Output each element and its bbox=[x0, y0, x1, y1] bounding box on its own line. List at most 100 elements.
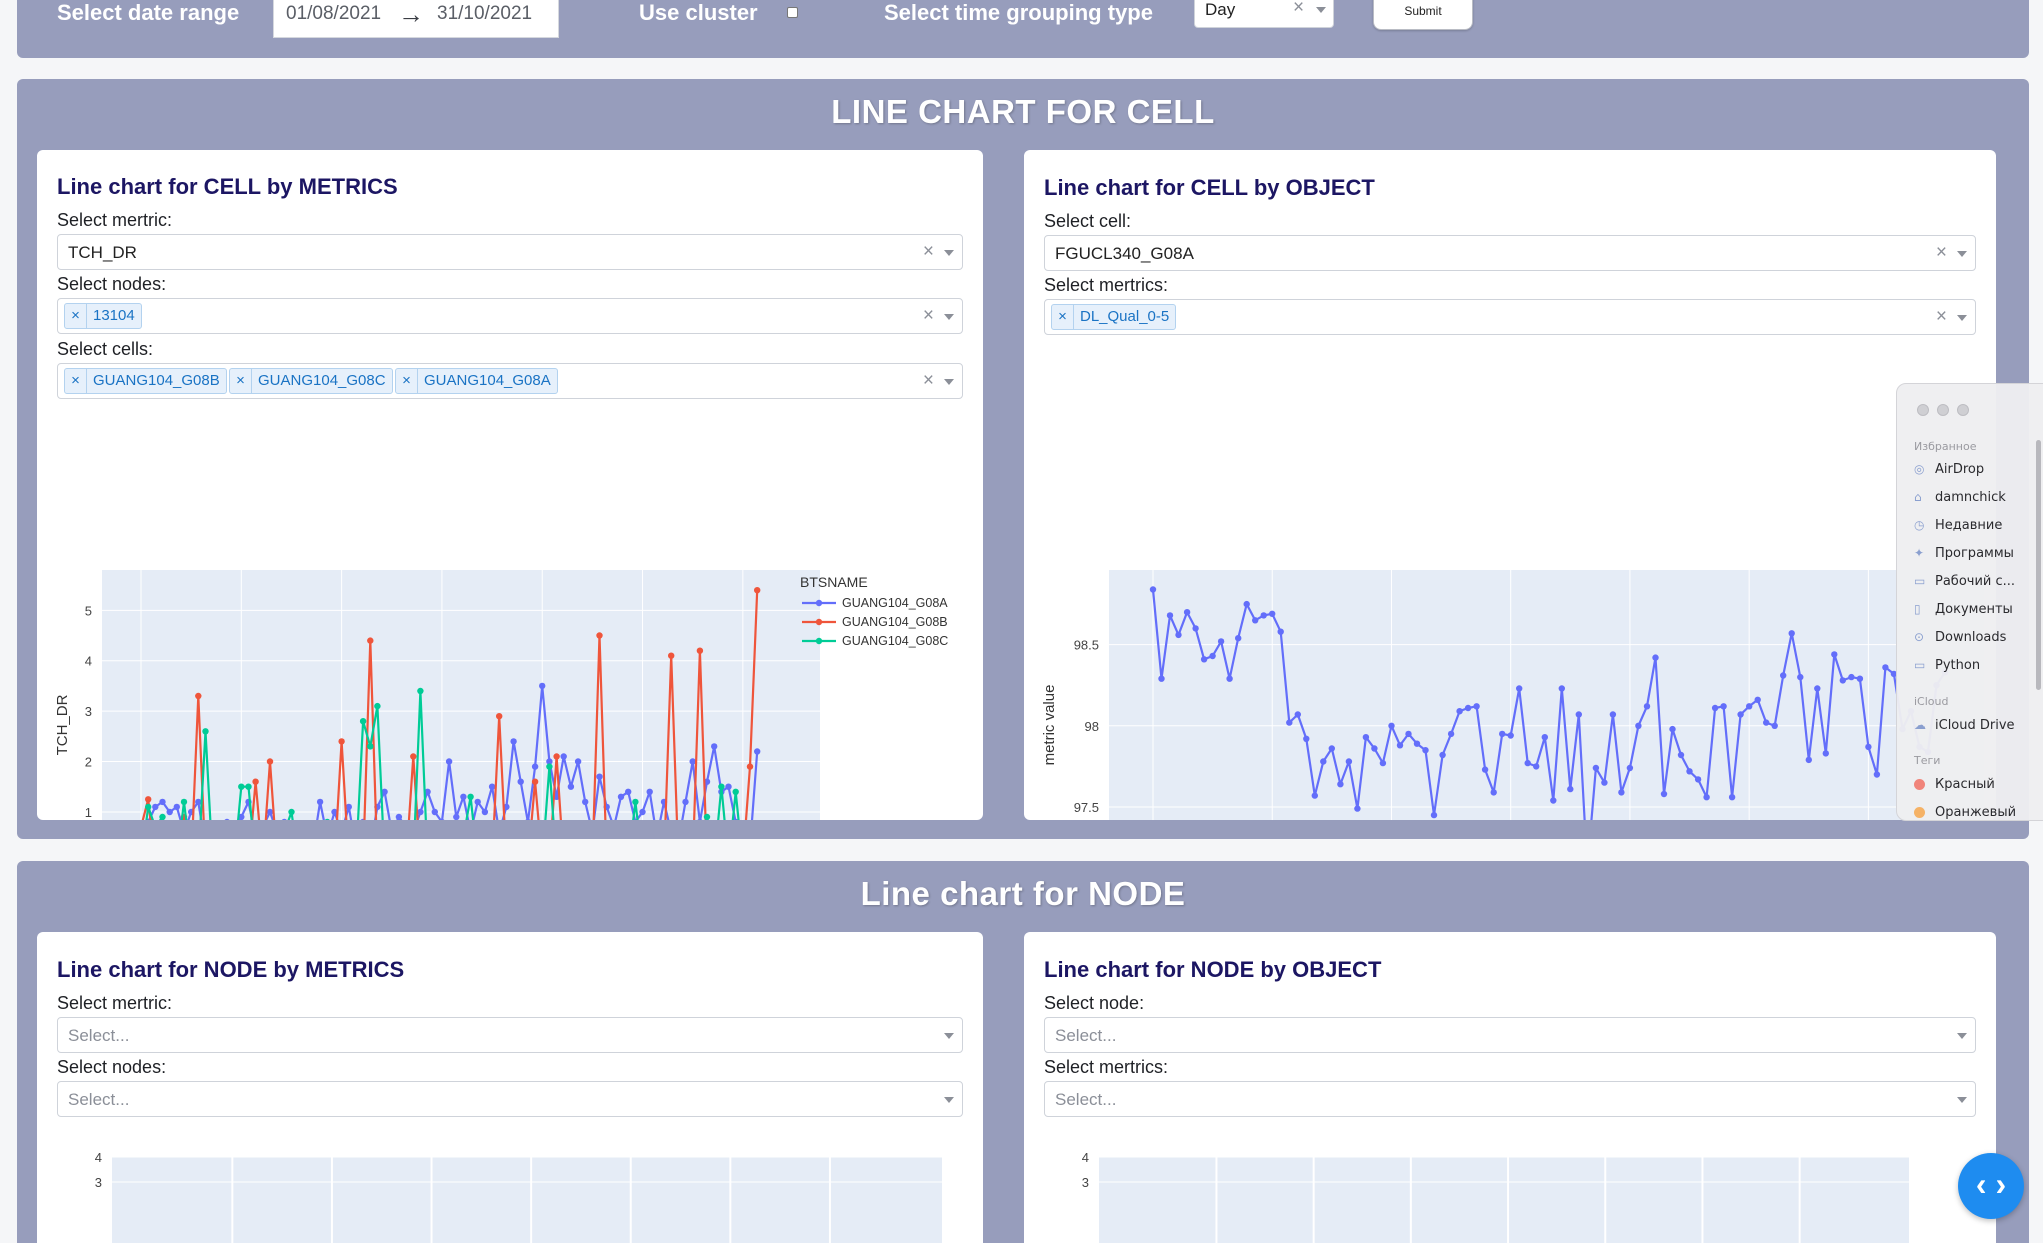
use-cluster-checkbox[interactable] bbox=[787, 7, 798, 18]
finder-item-label: AirDrop bbox=[1935, 461, 1985, 477]
data-point bbox=[159, 813, 166, 820]
plot-area bbox=[102, 570, 820, 820]
window-minimize-button[interactable] bbox=[1937, 404, 1949, 416]
node-object-chart[interactable]: 34 bbox=[1024, 1132, 1996, 1243]
data-point bbox=[1507, 732, 1514, 739]
finder-tag-orange[interactable]: Оранжевый bbox=[1914, 801, 2016, 820]
data-point bbox=[1277, 628, 1284, 635]
data-point bbox=[1499, 730, 1506, 738]
y-tick-label: 2 bbox=[85, 755, 92, 770]
finder-item-icloud-drive[interactable]: ☁ iCloud Drive bbox=[1914, 714, 2015, 736]
data-point bbox=[1192, 625, 1199, 632]
data-point bbox=[1754, 696, 1761, 703]
nodes-multiselect[interactable]: × 13104 × bbox=[57, 298, 963, 334]
clear-icon[interactable]: × bbox=[923, 370, 934, 392]
data-point bbox=[1728, 794, 1736, 801]
data-point bbox=[1575, 711, 1582, 718]
data-point bbox=[1371, 745, 1378, 752]
data-point bbox=[1635, 722, 1642, 729]
cell-select[interactable]: FGUCL340_G08A × bbox=[1044, 235, 1976, 271]
finder-item[interactable]: ▭ Рабочий с... bbox=[1914, 570, 2015, 592]
data-point bbox=[1269, 610, 1276, 617]
finder-item[interactable]: ◷ Недавние bbox=[1914, 514, 2002, 536]
plot-area bbox=[1109, 570, 1984, 820]
data-point bbox=[367, 637, 374, 644]
data-point bbox=[1550, 797, 1557, 804]
chip-remove-icon[interactable]: × bbox=[230, 369, 252, 393]
metric-select[interactable]: Select... bbox=[57, 1017, 963, 1053]
data-point bbox=[496, 713, 503, 720]
data-point bbox=[1609, 711, 1617, 718]
legend-entry: GUANG104_G08A bbox=[842, 596, 948, 610]
finder-item[interactable]: ▯ Документы bbox=[1914, 598, 2013, 620]
chip-remove-icon[interactable]: × bbox=[396, 369, 418, 393]
metric-label: Select mertric: bbox=[57, 993, 173, 1013]
node-metrics-chart[interactable]: 34 bbox=[37, 1132, 983, 1243]
data-point bbox=[1200, 656, 1208, 663]
metric-placeholder: Select... bbox=[68, 1026, 130, 1045]
data-point bbox=[1183, 609, 1191, 616]
data-point bbox=[1533, 763, 1540, 770]
chip-remove-icon[interactable]: × bbox=[65, 304, 87, 328]
code-toggle-button[interactable]: ‹ › bbox=[1958, 1153, 2024, 1219]
finder-item-label: Downloads bbox=[1935, 629, 2007, 645]
node-select[interactable]: Select... bbox=[1044, 1017, 1976, 1053]
data-point bbox=[173, 803, 180, 811]
metrics-select[interactable]: Select... bbox=[1044, 1081, 1976, 1117]
finder-item-label: iCloud Drive bbox=[1935, 717, 2015, 733]
data-point bbox=[1873, 771, 1881, 778]
chevron-down-icon bbox=[944, 250, 954, 256]
finder-item[interactable]: ⌂ damnchick bbox=[1914, 486, 2006, 508]
chip-remove-icon[interactable]: × bbox=[1052, 305, 1074, 329]
window-close-button[interactable] bbox=[1917, 404, 1929, 416]
data-point bbox=[1226, 675, 1233, 682]
metrics-multiselect[interactable]: × DL_Qual_0-5 × bbox=[1044, 299, 1976, 335]
data-point bbox=[1618, 789, 1625, 796]
legend-entry: GUANG104_G08C bbox=[842, 634, 948, 648]
data-point bbox=[1822, 750, 1829, 757]
submit-button[interactable]: Submit bbox=[1373, 0, 1473, 30]
plot-area bbox=[1099, 1157, 1909, 1243]
metrics-label: Select mertrics: bbox=[1044, 1057, 1169, 1077]
cells-multiselect[interactable]: × GUANG104_G08B × GUANG104_G08C × GUANG104_… bbox=[57, 363, 963, 399]
finder-scrollbar[interactable] bbox=[2036, 440, 2041, 690]
data-point bbox=[1771, 722, 1778, 729]
data-point bbox=[703, 813, 711, 820]
finder-item[interactable]: ◎ AirDrop bbox=[1914, 458, 1984, 480]
clear-icon[interactable]: × bbox=[1936, 242, 1947, 264]
data-point bbox=[1243, 600, 1250, 608]
chip-remove-icon[interactable]: × bbox=[65, 369, 87, 393]
nodes-select[interactable]: Select... bbox=[57, 1081, 963, 1117]
data-point bbox=[1209, 652, 1216, 660]
cell-object-chart[interactable]: 97.59898.5Aug 12021Aug 15Aug 29Sep 12Sep… bbox=[1024, 410, 1996, 820]
window-zoom-button[interactable] bbox=[1957, 404, 1969, 416]
clear-icon[interactable]: × bbox=[923, 241, 934, 263]
grouping-type-select[interactable]: Day × bbox=[1194, 0, 1334, 28]
start-date-input[interactable]: 01/08/2021 bbox=[286, 3, 381, 25]
folder-icon: ▭ bbox=[1914, 657, 1926, 672]
data-point bbox=[1362, 734, 1370, 741]
finder-item-label: Рабочий с... bbox=[1935, 573, 2016, 589]
cell-metrics-chart[interactable]: 012345Aug 12021Aug 15Aug 29Sep 12Sep 26O… bbox=[37, 410, 983, 820]
data-point bbox=[1456, 708, 1463, 715]
data-point bbox=[596, 773, 603, 780]
data-point bbox=[1235, 635, 1242, 642]
data-point bbox=[288, 808, 295, 816]
clear-icon[interactable]: × bbox=[923, 305, 934, 327]
end-date-input[interactable]: 31/10/2021 bbox=[437, 3, 532, 25]
data-point bbox=[682, 798, 689, 806]
data-point bbox=[668, 652, 675, 659]
finder-item[interactable]: ⊙ Downloads bbox=[1914, 626, 2006, 648]
metric-select[interactable]: TCH_DR × bbox=[57, 234, 963, 270]
finder-item[interactable]: ▭ Python bbox=[1914, 654, 1980, 676]
legend-title: BTSNAME bbox=[800, 574, 868, 590]
finder-tag-red[interactable]: Красный bbox=[1914, 773, 1995, 795]
clear-icon[interactable]: × bbox=[1293, 0, 1304, 19]
finder-item[interactable]: ✦ Программы bbox=[1914, 542, 2014, 564]
clear-icon[interactable]: × bbox=[1936, 306, 1947, 328]
data-point bbox=[1158, 675, 1165, 682]
chevron-down-icon bbox=[1957, 251, 1967, 257]
favorites-header: Избранное bbox=[1914, 440, 1977, 453]
data-point bbox=[410, 753, 417, 760]
y-tick-label: 98 bbox=[1085, 719, 1099, 734]
